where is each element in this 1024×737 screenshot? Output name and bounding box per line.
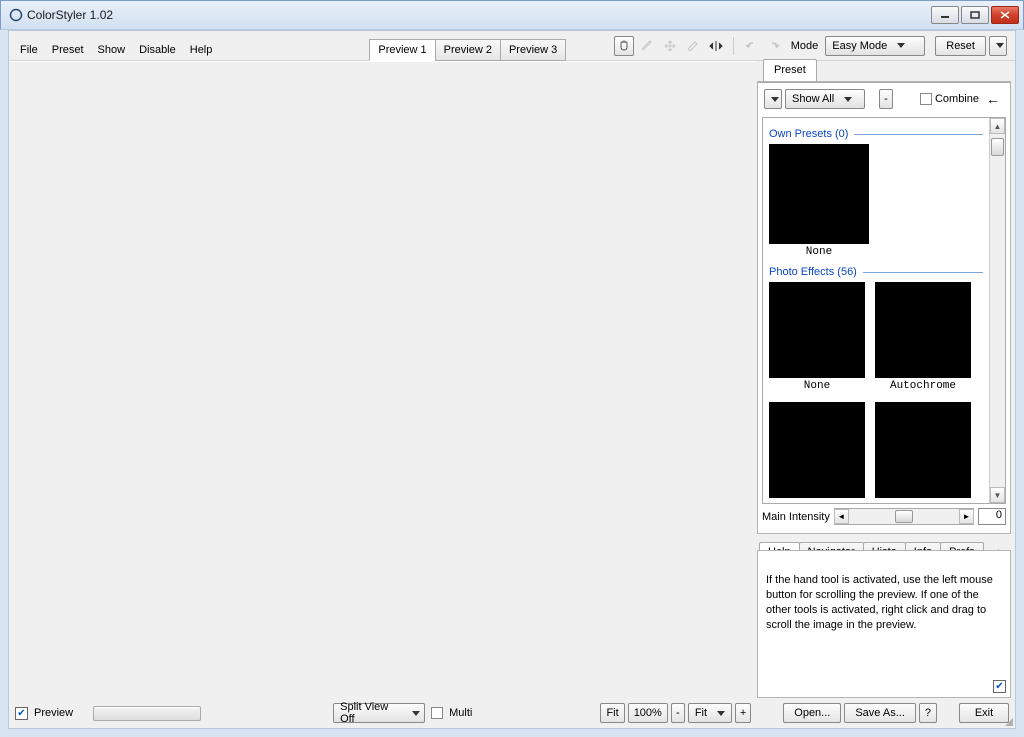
eyedropper-tool-icon[interactable]	[637, 36, 657, 56]
resize-grip-icon[interactable]	[1002, 715, 1014, 727]
preset-gallery: Own Presets (0) None Photo Effects (56)	[762, 117, 1006, 504]
window-title: ColorStyler 1.02	[27, 8, 931, 22]
info-pin-checkbox[interactable]: ✔	[993, 680, 1006, 693]
move-tool-icon[interactable]	[660, 36, 680, 56]
preview-canvas[interactable]	[9, 61, 757, 698]
scroll-down-icon[interactable]: ▼	[990, 487, 1005, 503]
thumbnail-image	[875, 282, 971, 378]
combine-label: Combine	[935, 93, 979, 105]
preset-thumb-4[interactable]	[875, 402, 971, 498]
caret-down-icon	[844, 97, 852, 102]
preset-thumb-none[interactable]: None	[769, 144, 869, 258]
minimize-button[interactable]	[931, 6, 959, 24]
multi-label: Multi	[449, 707, 472, 719]
menu-disable[interactable]: Disable	[132, 40, 183, 60]
app-icon	[9, 8, 23, 22]
preview-tabs: Preview 1 Preview 2 Preview 3	[369, 31, 565, 60]
tab-preview-2[interactable]: Preview 2	[435, 39, 501, 61]
info-panel: If the hand tool is activated, use the l…	[757, 550, 1011, 698]
intensity-slider[interactable]: ◄ ►	[834, 508, 974, 525]
preset-thumb-none-2[interactable]: None	[769, 282, 865, 392]
caret-down-icon	[996, 43, 1004, 48]
multi-checkbox[interactable]	[431, 707, 443, 719]
redo-icon[interactable]	[764, 36, 784, 56]
intensity-label: Main Intensity	[762, 511, 830, 523]
intensity-value-input[interactable]: 0	[978, 508, 1006, 525]
preview-checkbox[interactable]: ✔	[15, 707, 28, 720]
preset-thumb-3[interactable]	[769, 402, 865, 498]
bottom-bar: ✔ Preview Split View Off Multi Fit 100% …	[9, 698, 1015, 728]
zoom-button[interactable]: 100%	[628, 703, 668, 723]
fit-button[interactable]: Fit	[600, 703, 624, 723]
main-menu: File Preset Show Disable Help	[13, 32, 219, 60]
undo-icon[interactable]	[741, 36, 761, 56]
dash-button[interactable]: -	[879, 89, 893, 109]
separator	[733, 37, 734, 55]
zoom-fit-dropdown[interactable]: Fit	[688, 703, 732, 723]
split-view-dropdown[interactable]: Split View Off	[333, 703, 425, 723]
help-text: If the hand tool is activated, use the l…	[758, 565, 1010, 697]
app-frame: File Preset Show Disable Help Preview 1 …	[8, 30, 1016, 729]
scroll-up-icon[interactable]: ▲	[990, 118, 1005, 134]
brush-tool-icon[interactable]	[683, 36, 703, 56]
mode-label: Mode	[791, 40, 819, 52]
zoom-in-button[interactable]: +	[735, 703, 751, 723]
menu-file[interactable]: File	[13, 40, 45, 60]
toolbar-right: Mode Easy Mode Reset	[614, 36, 1011, 56]
preview-label: Preview	[34, 707, 73, 719]
split-compare-icon[interactable]	[706, 36, 726, 56]
reset-menu-button[interactable]	[989, 36, 1007, 56]
section-own-presets: Own Presets (0)	[769, 128, 848, 140]
gallery-scrollbar[interactable]: ▲ ▼	[989, 118, 1005, 503]
collapse-arrow-icon[interactable]: ←	[982, 89, 1004, 109]
preset-thumb-autochrome[interactable]: Autochrome	[875, 282, 971, 392]
caret-down-icon	[412, 711, 420, 716]
menu-help[interactable]: Help	[183, 40, 220, 60]
caret-down-icon	[897, 43, 905, 48]
progress-bar	[93, 706, 201, 721]
save-as-button[interactable]: Save As...	[844, 703, 916, 723]
menu-show[interactable]: Show	[91, 40, 133, 60]
combine-checkbox[interactable]	[920, 93, 932, 105]
reset-button[interactable]: Reset	[935, 36, 986, 56]
preset-panel-tab[interactable]: Preset	[763, 59, 817, 81]
tab-preview-3[interactable]: Preview 3	[500, 39, 566, 61]
titlebar: ColorStyler 1.02	[0, 0, 1024, 30]
caret-down-icon	[771, 97, 779, 102]
preset-category-menu-button[interactable]	[764, 89, 782, 109]
mode-dropdown[interactable]: Easy Mode	[825, 36, 925, 56]
thumbnail-image	[769, 402, 865, 498]
slider-right-icon[interactable]: ►	[959, 509, 974, 524]
open-button[interactable]: Open...	[783, 703, 841, 723]
topbar: File Preset Show Disable Help Preview 1 …	[9, 31, 1015, 61]
close-button[interactable]	[991, 6, 1019, 24]
menu-preset[interactable]: Preset	[45, 40, 91, 60]
slider-left-icon[interactable]: ◄	[834, 509, 849, 524]
tab-preview-1[interactable]: Preview 1	[369, 39, 435, 61]
hand-tool-icon[interactable]	[614, 36, 634, 56]
caret-down-icon	[717, 711, 725, 716]
thumbnail-image	[769, 144, 869, 244]
slider-thumb[interactable]	[895, 510, 913, 523]
section-photo-effects: Photo Effects (56)	[769, 266, 857, 278]
help-button[interactable]: ?	[919, 703, 937, 723]
maximize-button[interactable]	[961, 6, 989, 24]
zoom-out-button[interactable]: -	[671, 703, 685, 723]
thumbnail-image	[769, 282, 865, 378]
thumbnail-image	[875, 402, 971, 498]
show-all-dropdown[interactable]: Show All	[785, 89, 865, 109]
scroll-thumb[interactable]	[991, 138, 1004, 156]
